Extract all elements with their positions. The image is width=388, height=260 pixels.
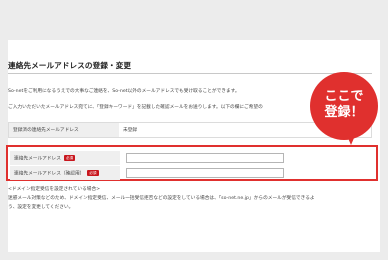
email-row: 連絡先メールアドレス 必須 — [10, 151, 374, 165]
email-label-text: 連絡先メールアドレス — [14, 156, 61, 162]
email-confirm-input[interactable] — [126, 168, 284, 178]
register-here-callout: ここで 登録！ — [310, 72, 378, 140]
email-confirm-row: 連絡先メールアドレス（確認用） 必須 — [10, 166, 374, 180]
title-divider — [8, 73, 372, 74]
callout-line-1: ここで — [324, 89, 364, 104]
email-form-highlight: 連絡先メールアドレス 必須 連絡先メールアドレス（確認用） 必須 — [6, 145, 378, 181]
email-confirm-label-text: 連絡先メールアドレス（確認用） — [14, 171, 85, 177]
required-badge: 必須 — [87, 170, 99, 176]
lead-text-2: ご入力いただいたメールアドレス宛てに、「登録キーワード」を記載した確認メールをお… — [8, 105, 263, 110]
lead-text-1: So-netをご利用になるうえでの大事なご連絡を、So-net以外のメールアドレ… — [8, 89, 240, 94]
domain-note-line-1: 迷惑メール対策などのため、ドメイン指定受信、メール一括受信拒否などの設定をしてい… — [8, 196, 315, 201]
required-badge: 必須 — [63, 155, 76, 161]
registered-email-value: 未登録 — [123, 128, 138, 133]
email-label: 連絡先メールアドレス 必須 — [10, 151, 120, 165]
domain-note-line-2: う、設定を変更してください。 — [8, 205, 74, 210]
page-title: 連絡先メールアドレスの登録・変更 — [8, 61, 132, 70]
email-input[interactable] — [126, 153, 284, 163]
domain-note-title: <ドメイン指定受信を設定されている場合> — [8, 187, 101, 192]
registered-email-label: 登録済の連絡先メールアドレス — [9, 123, 119, 137]
email-confirm-label: 連絡先メールアドレス（確認用） 必須 — [10, 166, 120, 180]
callout-line-2: 登録！ — [324, 105, 364, 120]
